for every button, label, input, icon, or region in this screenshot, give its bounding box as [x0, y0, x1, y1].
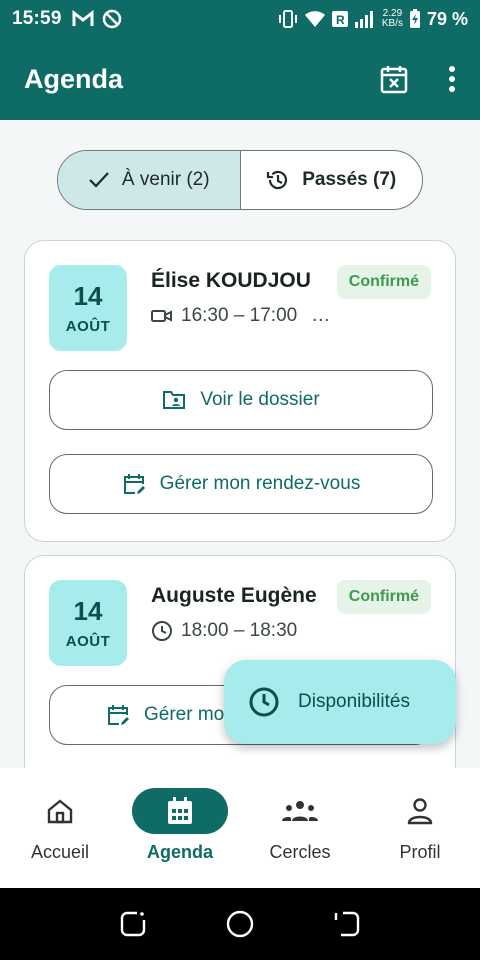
history-icon — [267, 170, 288, 190]
manage-appointment-label: Gérer mon rendez-vous — [159, 473, 361, 494]
clock-icon — [249, 687, 279, 717]
nav-label-agenda: Agenda — [146, 842, 213, 862]
manage-appointment-label: Gérer mo — [144, 704, 225, 725]
tab-past[interactable]: Passés (7) — [241, 151, 423, 209]
nav-label-profile: Profil — [399, 842, 441, 862]
roaming-icon: R — [331, 11, 348, 27]
app-bar: Agenda — [0, 38, 480, 120]
more-vert-icon[interactable] — [448, 65, 456, 93]
tab-upcoming[interactable]: À venir (2) — [58, 151, 241, 209]
time-range: 18:00 – 18:30 — [181, 620, 298, 641]
view-file-button[interactable]: Voir le dossier — [49, 370, 433, 430]
svg-text:R: R — [336, 13, 345, 27]
video-icon — [151, 310, 172, 322]
bottom-navigation: Accueil Agenda Cercles Profil — [0, 768, 480, 888]
date-day: 14 — [73, 281, 103, 311]
nav-item-circles[interactable]: Cercles — [240, 768, 360, 888]
check-icon — [89, 172, 109, 188]
blocked-icon — [102, 9, 121, 29]
home-button-icon[interactable] — [225, 909, 255, 939]
nav-item-home[interactable]: Accueil — [0, 768, 120, 888]
clock-icon — [152, 621, 172, 641]
nav-item-profile[interactable]: Profil — [360, 768, 480, 888]
vibrate-icon — [278, 10, 297, 28]
groups-icon — [282, 801, 318, 821]
network-speed: 2.29 KB/s — [382, 9, 403, 29]
appointments-filter: À venir (2) Passés (7) — [57, 150, 423, 210]
patient-name: Auguste Eugène — [151, 584, 317, 607]
page-title: Agenda — [24, 63, 124, 94]
status-badge: Confirmé — [336, 580, 431, 614]
calendar-icon — [168, 797, 192, 824]
home-icon — [47, 799, 73, 824]
nav-item-agenda[interactable]: Agenda — [120, 768, 240, 888]
calendar-edit-icon — [123, 474, 145, 494]
date-badge: 14 AOÛT — [49, 580, 127, 666]
manage-appointment-button[interactable]: Gérer mon rendez-vous — [49, 454, 433, 514]
time-range: 16:30 – 17:00 — [181, 305, 298, 326]
status-bar: 15:59 R 2.29 KB/s 79 % — [0, 0, 480, 38]
availability-fab[interactable]: Disponibilités — [224, 660, 456, 744]
status-badge: Confirmé — [336, 265, 431, 299]
nav-label-home: Accueil — [30, 842, 90, 862]
back-icon[interactable] — [333, 910, 361, 938]
date-month: AOÛT — [65, 318, 111, 335]
calendar-edit-icon — [108, 705, 129, 725]
battery-level: 79 % — [426, 8, 468, 29]
appointment-time: 16:30 – 17:00 … — [151, 305, 330, 327]
folder-account-icon — [163, 391, 186, 409]
time-extra: … — [311, 305, 331, 326]
gmail-icon — [72, 10, 94, 26]
date-badge: 14 AOÛT — [49, 265, 127, 351]
date-day: 14 — [73, 596, 103, 626]
appointment-card: 14 AOÛT Élise KOUDJOU Confirmé 16:30 – 1… — [24, 240, 456, 542]
tab-upcoming-label: À venir (2) — [121, 169, 210, 190]
calendar-cancel-icon[interactable] — [380, 64, 408, 94]
speed-unit: KB/s — [381, 18, 403, 29]
patient-name: Élise KOUDJOU — [151, 269, 311, 292]
availability-label: Disponibilités — [298, 691, 410, 712]
system-navigation-bar — [0, 888, 480, 960]
battery-charging-icon — [409, 9, 420, 28]
person-icon — [407, 798, 433, 825]
signal-icon — [354, 11, 373, 28]
appointment-time: 18:00 – 18:30 — [151, 620, 297, 642]
date-month: AOÛT — [65, 633, 111, 650]
recents-icon[interactable] — [119, 910, 147, 938]
tab-past-label: Passés (7) — [302, 169, 397, 190]
wifi-icon — [304, 11, 325, 27]
status-time: 15:59 — [12, 8, 62, 29]
view-file-label: Voir le dossier — [200, 389, 320, 410]
nav-label-circles: Cercles — [269, 842, 331, 862]
